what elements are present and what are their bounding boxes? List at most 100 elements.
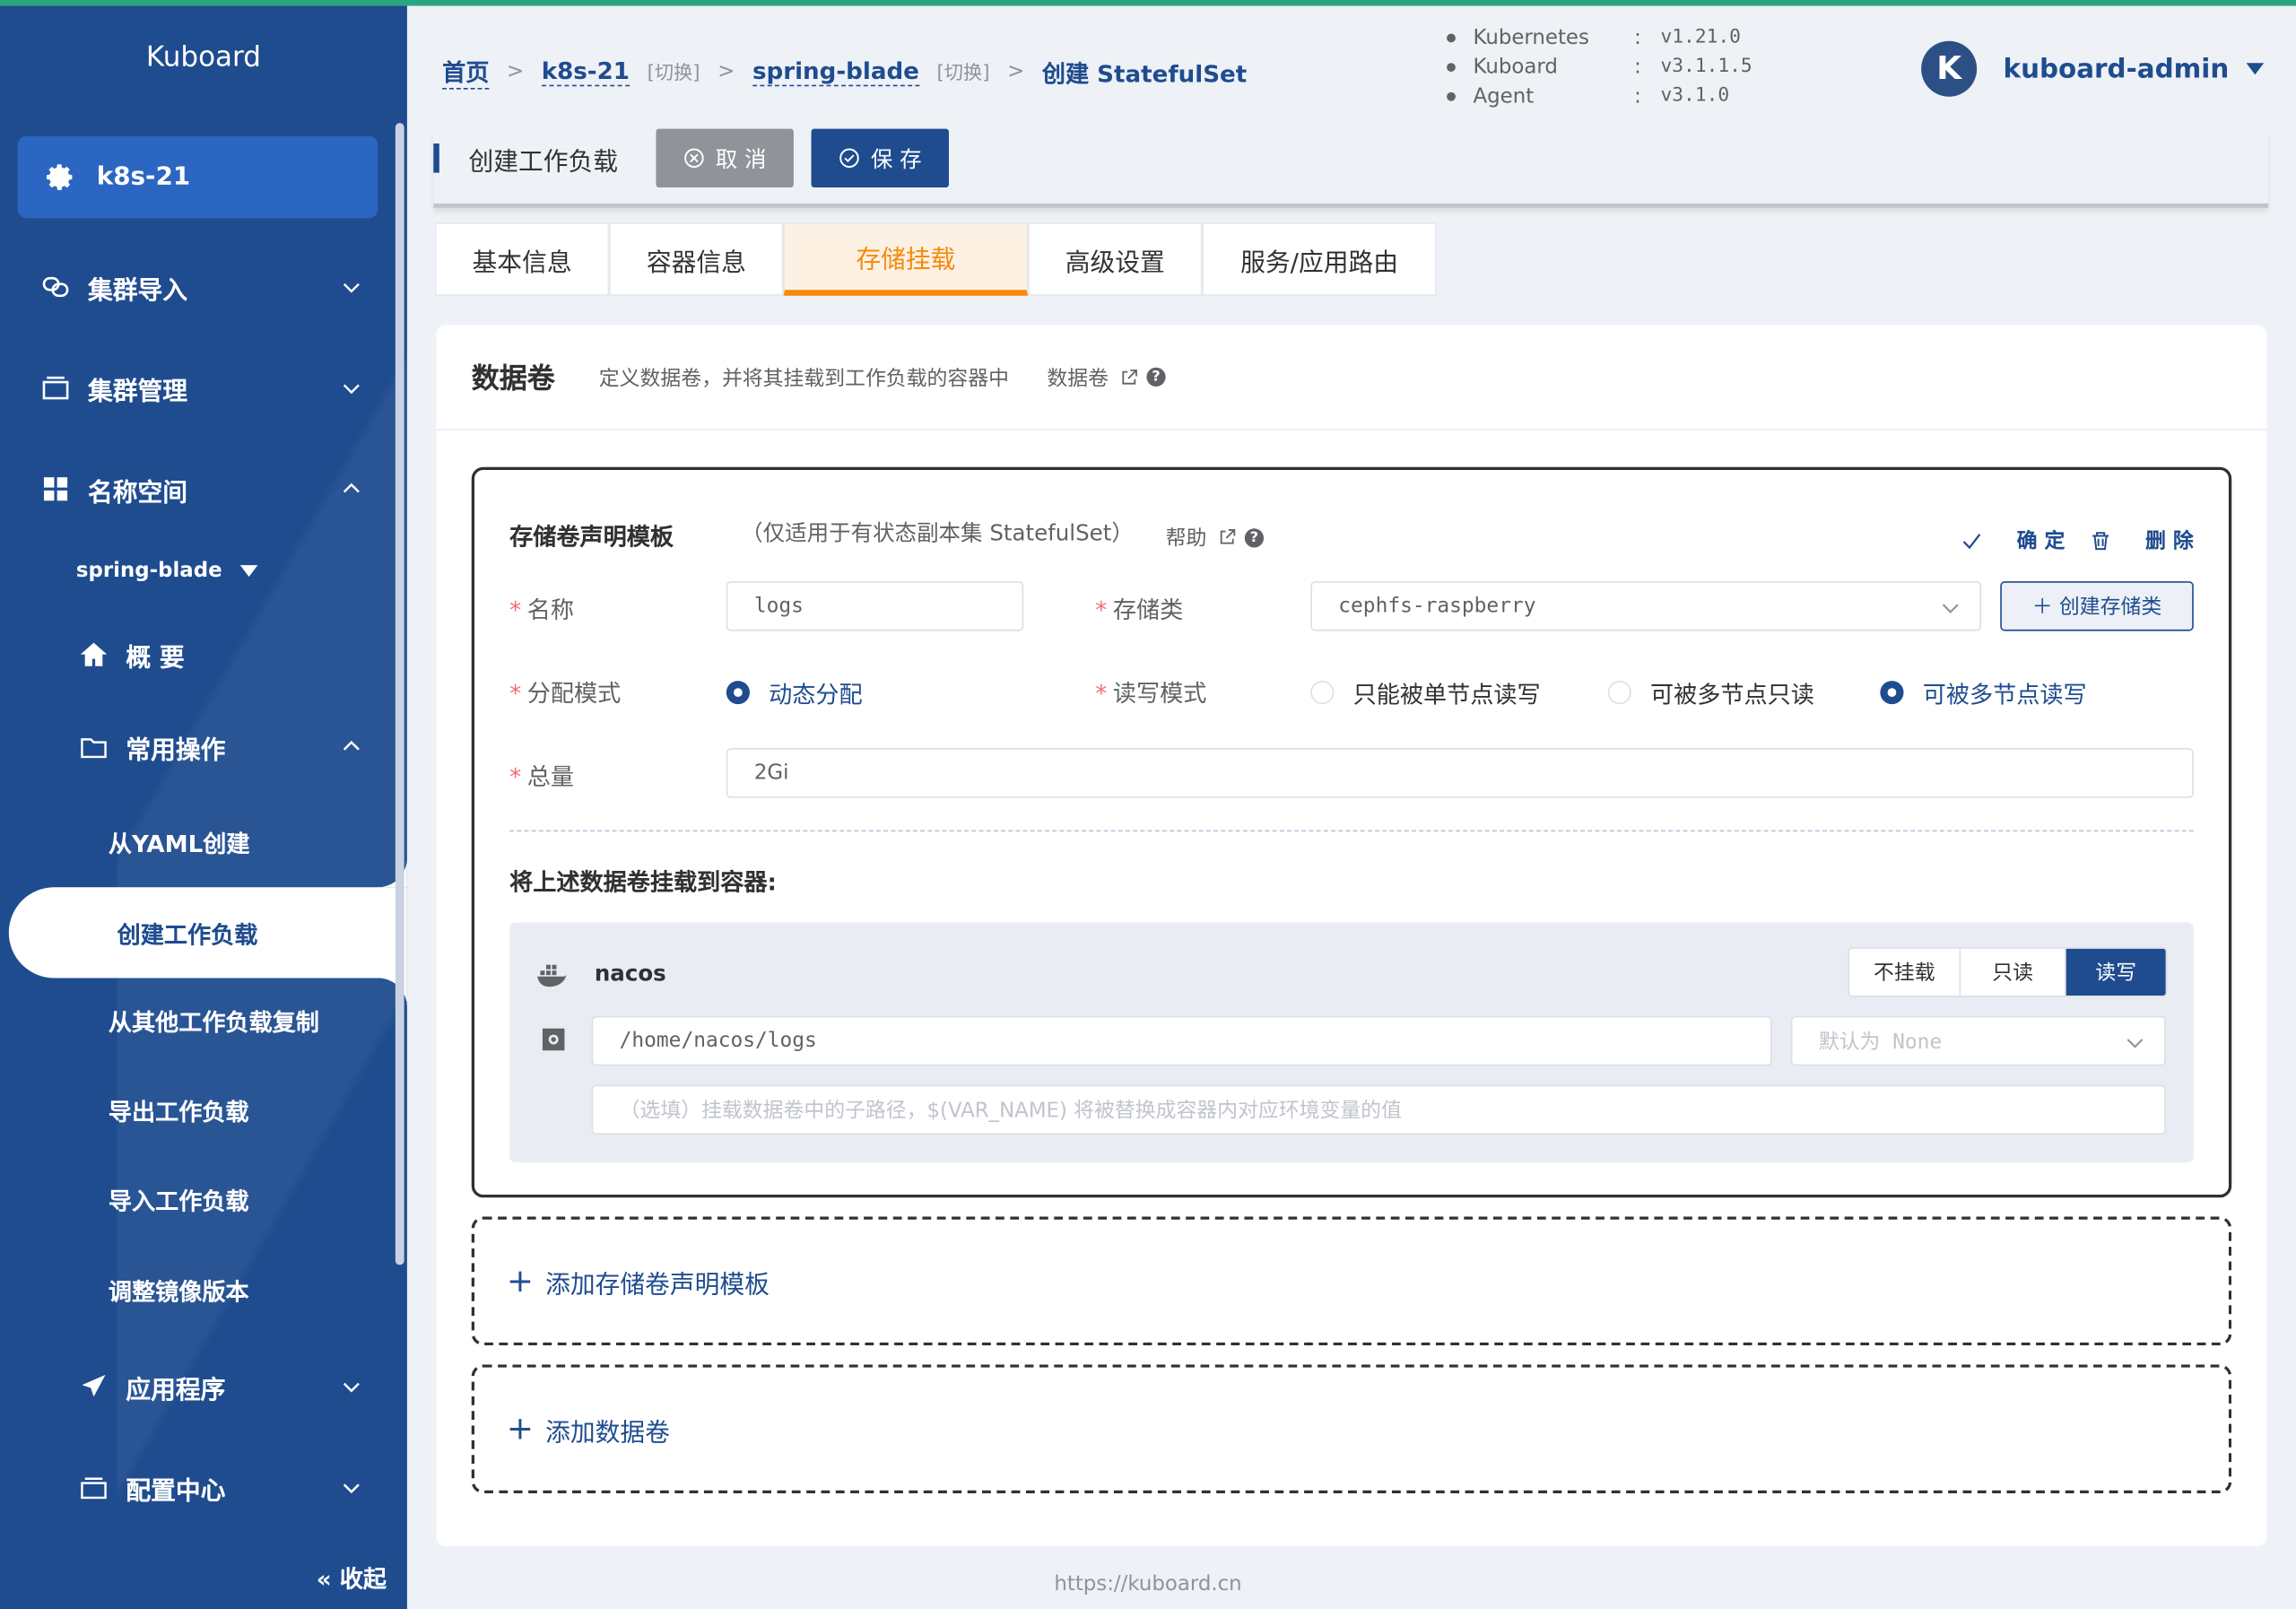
settings-icon <box>542 1028 565 1051</box>
version-name: Agent <box>1473 84 1535 109</box>
mode-no-mount[interactable]: 不挂载 <box>1849 948 1961 996</box>
version-row: Agent: v3.1.0 <box>1447 82 1752 111</box>
mode-read-write[interactable]: 读写 <box>2066 948 2166 996</box>
provision-mode-label: * 分配模式 <box>509 679 622 708</box>
link-icon <box>42 276 69 298</box>
subpath-input[interactable]: （选填）挂载数据卷中的子路径，$(VAR_NAME) 将被替换成容器内对应环境变… <box>591 1084 2166 1135</box>
size-input[interactable]: 2Gi <box>726 748 2194 798</box>
radio-rox[interactable]: 可被多节点只读 <box>1607 675 1814 710</box>
page-toolbar: 创建工作负载 取 消 保 存 <box>433 128 2269 208</box>
check-icon <box>1963 533 1981 549</box>
chevron-up-icon <box>343 740 360 751</box>
pvc-template-card: 存储卷声明模板 （仅适用于有状态副本集 StatefulSet） 帮助 ? 确 … <box>471 466 2232 1198</box>
radio-dynamic-provision[interactable]: 动态分配 <box>726 675 863 710</box>
sidebar-scrollbar[interactable] <box>395 123 404 1265</box>
add-volume-label: 添加数据卷 <box>545 1417 670 1448</box>
chevron-right-icon: > <box>506 59 525 83</box>
user-menu[interactable]: K kuboard-admin <box>1921 40 2265 97</box>
sidebar-item-export-workload[interactable]: 导出工作负载 <box>0 1081 396 1139</box>
access-mode-label: * 读写模式 <box>1095 679 1207 708</box>
check-circle-icon <box>839 148 859 169</box>
title-accent <box>433 143 439 173</box>
pvc-actions: 确 定 删 除 <box>1936 526 2194 555</box>
sidebar-item-label: 常用操作 <box>126 735 226 765</box>
brand-logo[interactable]: Kuboard <box>0 41 407 74</box>
sidebar-item-from-yaml[interactable]: 从YAML创建 <box>0 813 396 871</box>
mount-propagation-select[interactable]: 默认为 None <box>1790 1015 2166 1066</box>
tab-basic-info[interactable]: 基本信息 <box>434 222 610 296</box>
tab-container-info[interactable]: 容器信息 <box>609 222 784 296</box>
confirm-button[interactable]: 确 定 <box>1962 526 2065 555</box>
switch-namespace-link[interactable]: [切换] <box>936 57 989 84</box>
sidebar-item-adjust-image[interactable]: 调整镜像版本 <box>0 1260 396 1318</box>
add-pvc-template-label: 添加存储卷声明模板 <box>545 1270 770 1300</box>
sidebar-item-cluster-manage[interactable]: 集群管理 <box>0 359 396 417</box>
volumes-panel: 数据卷 定义数据卷，并将其挂载到工作负载的容器中 数据卷 ? 存储卷声明模板 （… <box>436 325 2267 1546</box>
sidebar-item-copy-workload[interactable]: 从其他工作负载复制 <box>0 991 396 1049</box>
chevron-down-icon <box>343 1382 360 1393</box>
breadcrumb-namespace[interactable]: spring-blade <box>752 57 919 86</box>
sidebar-item-namespace[interactable]: 名称空间 <box>0 460 396 518</box>
sidebar-item-common-ops[interactable]: 常用操作 <box>0 718 396 776</box>
name-input[interactable]: logs <box>726 581 1024 631</box>
gear-icon <box>46 164 73 190</box>
volumes-description: 定义数据卷，并将其挂载到工作负载的容器中 <box>598 366 1009 391</box>
delete-label: 删 除 <box>2145 529 2194 554</box>
cluster-icon <box>42 376 69 400</box>
tab-storage[interactable]: 存储挂载 <box>783 222 1029 296</box>
chevron-down-icon <box>343 1483 360 1494</box>
cancel-label: 取 消 <box>715 145 767 172</box>
create-storage-class-button[interactable]: ＋ 创建存储类 <box>2000 581 2194 631</box>
mount-path-input[interactable]: /home/nacos/logs <box>591 1015 1772 1066</box>
delete-button[interactable]: 删 除 <box>2092 526 2194 555</box>
mount-mode-group: 不挂载 只读 读写 <box>1848 947 2168 997</box>
storage-class-value: cephfs-raspberry <box>1338 594 1536 618</box>
cancel-button[interactable]: 取 消 <box>656 128 794 187</box>
plus-icon: + <box>506 1262 535 1300</box>
radio-rwx[interactable]: 可被多节点读写 <box>1880 675 2087 710</box>
stack-icon <box>81 1477 107 1500</box>
sidebar-item-create-workload[interactable]: 创建工作负载 <box>8 857 407 1008</box>
add-volume-button[interactable]: + 添加数据卷 <box>471 1364 2232 1494</box>
breadcrumb-cluster[interactable]: k8s-21 <box>541 57 630 86</box>
add-pvc-template-button[interactable]: + 添加存储卷声明模板 <box>471 1216 2232 1346</box>
breadcrumb-home[interactable]: 首页 <box>442 53 490 90</box>
name-label: * 名称 <box>509 596 575 624</box>
container-name: nacos <box>594 960 666 987</box>
mode-read-only[interactable]: 只读 <box>1961 948 2066 996</box>
radio-label: 动态分配 <box>769 681 863 709</box>
sidebar-item-label: 集群导入 <box>87 275 187 306</box>
version-value: v3.1.1.5 <box>1660 56 1752 78</box>
version-value: v3.1.0 <box>1660 84 1730 108</box>
size-label: * 总量 <box>509 762 575 791</box>
pvc-template-title: 存储卷声明模板 <box>509 522 674 551</box>
cluster-selector[interactable]: k8s-21 <box>17 135 378 219</box>
namespace-selector[interactable]: spring-blade <box>76 560 257 583</box>
plus-icon: + <box>506 1410 535 1448</box>
namespace-name: spring-blade <box>75 559 222 583</box>
question-icon: ? <box>1146 367 1166 387</box>
cluster-name: k8s-21 <box>96 162 191 192</box>
radio-rwo[interactable]: 只能被单节点读写 <box>1310 675 1541 710</box>
sidebar-item-overview[interactable]: 概 要 <box>0 625 396 683</box>
volumes-help-link[interactable]: 数据卷 ? <box>1047 362 1166 392</box>
version-row: Kubernetes: v1.21.0 <box>1447 23 1752 53</box>
pvc-help-link[interactable]: 帮助 ? <box>1166 523 1265 552</box>
sidebar-item-cluster-import[interactable]: 集群导入 <box>0 257 396 316</box>
sidebar-item-config-center[interactable]: 配置中心 <box>0 1458 396 1517</box>
footer-link[interactable]: https://kuboard.cn <box>0 1572 2296 1596</box>
grid-icon <box>43 477 68 501</box>
sidebar-item-import-workload[interactable]: 导入工作负载 <box>0 1170 396 1228</box>
close-circle-icon <box>683 148 704 169</box>
save-button[interactable]: 保 存 <box>811 128 949 187</box>
chevron-down-icon <box>2126 1039 2144 1048</box>
radio-label: 可被多节点读写 <box>1922 681 2087 709</box>
sidebar-item-label: 名称空间 <box>87 477 187 508</box>
switch-cluster-link[interactable]: [切换] <box>648 57 700 84</box>
storage-class-select[interactable]: cephfs-raspberry <box>1310 581 1982 631</box>
tab-service-ingress[interactable]: 服务/应用路由 <box>1202 222 1437 296</box>
version-value: v1.21.0 <box>1660 26 1741 48</box>
sidebar-item-applications[interactable]: 应用程序 <box>0 1357 396 1415</box>
tab-advanced[interactable]: 高级设置 <box>1028 222 1203 296</box>
paper-plane-icon <box>82 1374 106 1397</box>
